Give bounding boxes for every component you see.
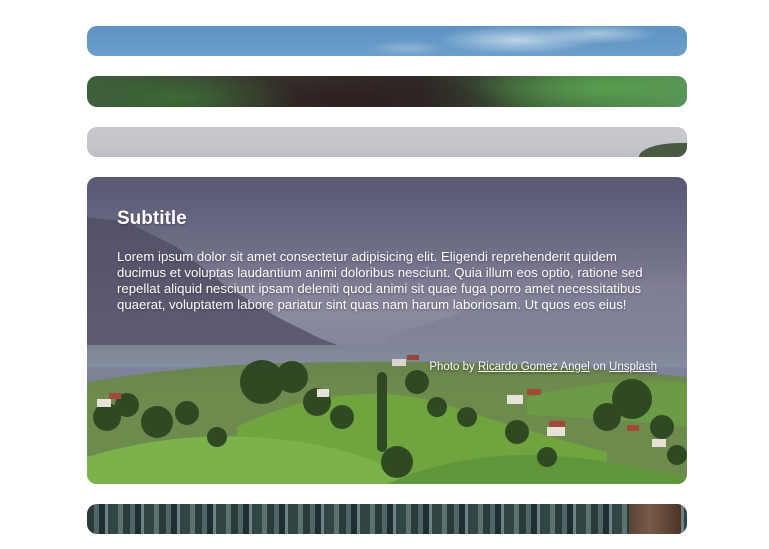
panel-content: Subtitle Lorem ipsum dolor sit amet cons… <box>117 205 662 313</box>
panel-body-text: Lorem ipsum dolor sit amet consectetur a… <box>117 249 643 312</box>
hill-shape <box>639 143 687 157</box>
photo-credit: Photo by Ricardo Gomez Angel on Unsplash <box>429 361 657 373</box>
tree-trunk-shape <box>629 504 681 534</box>
accordion-panel-misty[interactable] <box>87 127 687 157</box>
credit-middle: on <box>593 361 606 373</box>
accordion-panel-woods[interactable] <box>87 504 687 534</box>
image-accordion: Subtitle Lorem ipsum dolor sit amet cons… <box>0 0 769 549</box>
panel-subtitle: Subtitle <box>117 208 187 229</box>
credit-author-link[interactable]: Ricardo Gomez Angel <box>478 361 590 373</box>
accordion-panel-forest-shadow[interactable] <box>87 76 687 107</box>
credit-prefix: Photo by <box>429 361 475 373</box>
credit-source-link[interactable]: Unsplash <box>609 361 657 373</box>
accordion-panel-sky[interactable] <box>87 26 687 56</box>
accordion-panel-expanded: Subtitle Lorem ipsum dolor sit amet cons… <box>87 177 687 484</box>
